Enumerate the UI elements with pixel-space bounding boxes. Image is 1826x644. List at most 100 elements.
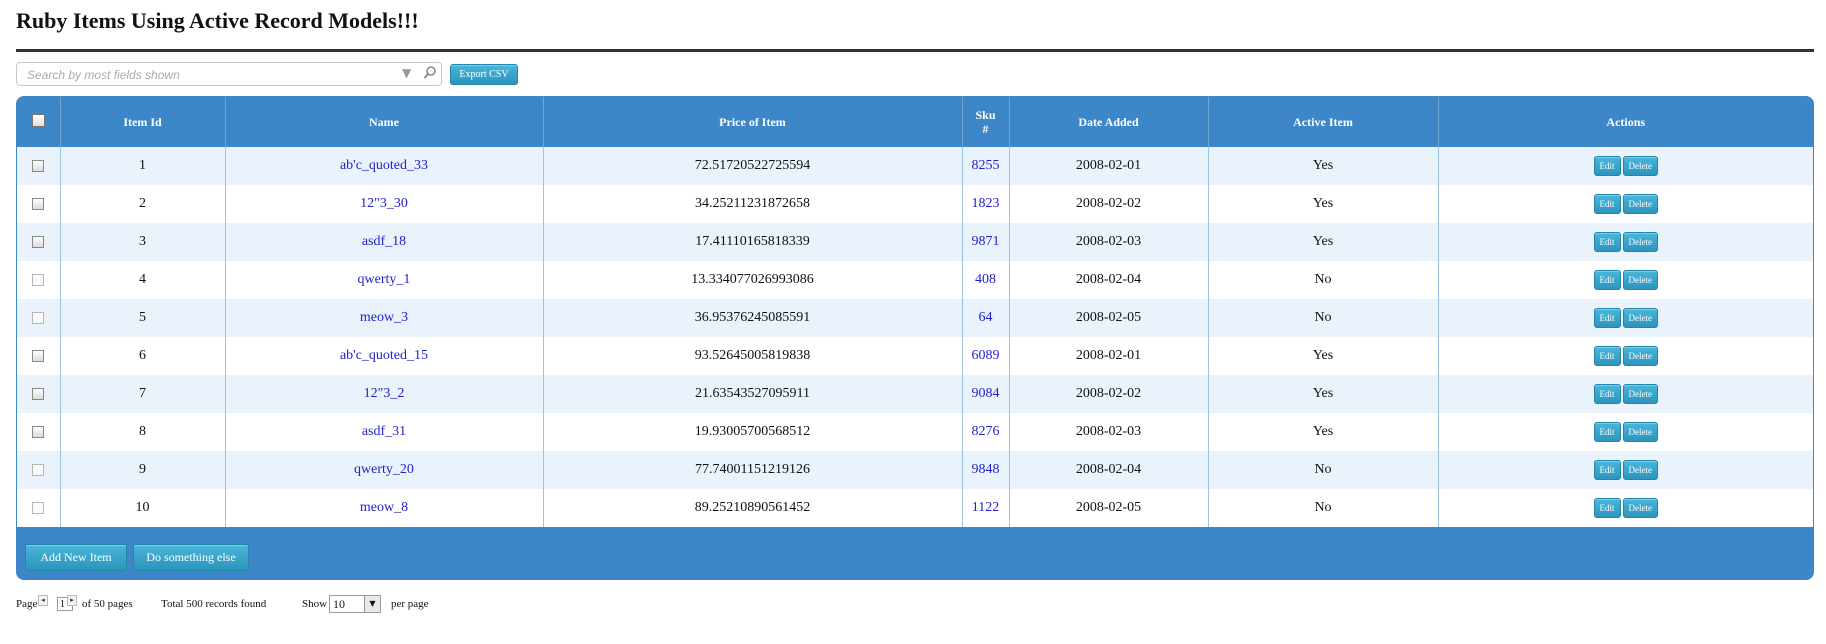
date-added-cell: 2008-02-03 [1009, 413, 1209, 451]
sku-header-line1: Sku [975, 107, 996, 122]
sku-link[interactable]: 8255 [972, 158, 1000, 173]
edit-button[interactable]: Edit [1593, 498, 1621, 518]
table-row: 10 meow_8 89.25210890561452 1122 2008-02-05 N… [17, 489, 1813, 527]
table-row: 5 meow_3 36.95376245085591 64 2008-02-05 No Ed… [17, 299, 1813, 337]
sku-link[interactable]: 64 [979, 310, 993, 325]
chevron-down-icon[interactable]: ▼ [402, 66, 411, 80]
edit-button[interactable]: Edit [1593, 308, 1621, 328]
active-item-cell: Yes [1208, 337, 1439, 375]
row-checkbox[interactable] [32, 159, 45, 172]
column-header-item-id[interactable]: Item Id [60, 97, 226, 147]
item-name-link[interactable]: ab'c_quoted_15 [340, 348, 428, 363]
active-item-cell: Yes [1208, 185, 1439, 223]
name-cell: meow_8 [225, 489, 544, 527]
actions-cell: Edit Delete [1438, 489, 1813, 527]
page-count: of 50 pages [82, 598, 133, 610]
price-cell: 36.95376245085591 [543, 299, 963, 337]
item-name-link[interactable]: 12"3_30 [360, 196, 408, 211]
delete-button[interactable]: Delete [1622, 308, 1658, 328]
delete-button[interactable]: Delete [1622, 422, 1658, 442]
row-checkbox[interactable] [32, 235, 45, 248]
show-label: Show [302, 598, 328, 610]
per-page-select[interactable]: 10 ▼ [329, 595, 381, 613]
sku-link[interactable]: 1823 [972, 196, 1000, 211]
sku-link[interactable]: 408 [975, 272, 996, 287]
column-header-active-item[interactable]: Active Item [1208, 97, 1439, 147]
item-name-link[interactable]: qwerty_20 [354, 462, 414, 477]
row-select-cell [17, 146, 61, 185]
row-checkbox[interactable] [32, 387, 45, 400]
export-csv-button[interactable]: Export CSV [450, 64, 518, 85]
price-cell: 19.93005700568512 [543, 413, 963, 451]
sku-link[interactable]: 6089 [972, 348, 1000, 363]
table-row: 2 12"3_30 34.25211231872658 1823 2008-02-02 Y… [17, 185, 1813, 223]
item-id-cell: 10 [60, 489, 226, 527]
sku-link[interactable]: 9084 [972, 386, 1000, 401]
sku-cell: 9084 [962, 375, 1010, 413]
do-something-else-button[interactable]: Do something else [133, 544, 249, 571]
item-name-link[interactable]: ab'c_quoted_33 [340, 158, 428, 173]
delete-button[interactable]: Delete [1622, 498, 1658, 518]
row-checkbox[interactable] [32, 463, 45, 476]
delete-button[interactable]: Delete [1622, 156, 1658, 176]
sku-cell: 408 [962, 261, 1010, 299]
actions-cell: Edit Delete [1438, 185, 1813, 223]
active-item-cell: Yes [1208, 223, 1439, 261]
active-item-cell: Yes [1208, 375, 1439, 413]
sku-link[interactable]: 8276 [972, 424, 1000, 439]
sku-link[interactable]: 1122 [972, 500, 999, 515]
select-all-checkbox[interactable] [31, 113, 45, 127]
edit-button[interactable]: Edit [1593, 194, 1621, 214]
magnifier-icon[interactable] [423, 65, 437, 81]
active-item-cell: Yes [1208, 413, 1439, 451]
chevron-down-icon[interactable]: ▼ [364, 596, 380, 612]
edit-button[interactable]: Edit [1593, 232, 1621, 252]
row-checkbox[interactable] [32, 273, 45, 286]
row-checkbox[interactable] [32, 425, 45, 438]
edit-button[interactable]: Edit [1593, 270, 1621, 290]
edit-button[interactable]: Edit [1593, 460, 1621, 480]
sku-cell: 6089 [962, 337, 1010, 375]
active-item-cell: No [1208, 299, 1439, 337]
row-select-cell [17, 261, 61, 299]
column-header-name[interactable]: Name [225, 97, 544, 147]
item-name-link[interactable]: meow_8 [360, 500, 408, 515]
edit-button[interactable]: Edit [1593, 156, 1621, 176]
item-name-link[interactable]: asdf_31 [362, 424, 406, 439]
date-added-cell: 2008-02-04 [1009, 451, 1209, 489]
delete-button[interactable]: Delete [1622, 270, 1658, 290]
item-name-link[interactable]: asdf_18 [362, 234, 406, 249]
row-checkbox[interactable] [32, 501, 45, 514]
row-checkbox[interactable] [32, 197, 45, 210]
delete-button[interactable]: Delete [1622, 346, 1658, 366]
sku-cell: 8276 [962, 413, 1010, 451]
edit-button[interactable]: Edit [1593, 384, 1621, 404]
actions-cell: Edit Delete [1438, 223, 1813, 261]
sku-link[interactable]: 9848 [972, 462, 1000, 477]
row-checkbox[interactable] [32, 349, 45, 362]
add-new-item-button[interactable]: Add New Item [25, 544, 127, 571]
column-header-date-added[interactable]: Date Added [1009, 97, 1209, 147]
sku-link[interactable]: 9871 [972, 234, 1000, 249]
sku-cell: 9871 [962, 223, 1010, 261]
delete-button[interactable]: Delete [1622, 460, 1658, 480]
search-input[interactable] [25, 66, 399, 84]
row-select-cell [17, 223, 61, 261]
date-added-cell: 2008-02-01 [1009, 337, 1209, 375]
row-checkbox[interactable] [32, 311, 45, 324]
delete-button[interactable]: Delete [1622, 194, 1658, 214]
delete-button[interactable]: Delete [1622, 232, 1658, 252]
date-added-cell: 2008-02-02 [1009, 185, 1209, 223]
sku-cell: 8255 [962, 146, 1010, 185]
item-name-link[interactable]: meow_3 [360, 310, 408, 325]
edit-button[interactable]: Edit [1593, 422, 1621, 442]
column-header-price[interactable]: Price of Item [543, 97, 963, 147]
prev-page-icon[interactable]: ◂ [38, 595, 48, 606]
column-header-sku[interactable]: Sku # [962, 97, 1010, 147]
delete-button[interactable]: Delete [1622, 384, 1658, 404]
item-name-link[interactable]: 12"3_2 [364, 386, 405, 401]
edit-button[interactable]: Edit [1593, 346, 1621, 366]
date-added-cell: 2008-02-05 [1009, 489, 1209, 527]
next-page-icon[interactable]: ▸ [67, 595, 77, 606]
item-name-link[interactable]: qwerty_1 [358, 272, 411, 287]
